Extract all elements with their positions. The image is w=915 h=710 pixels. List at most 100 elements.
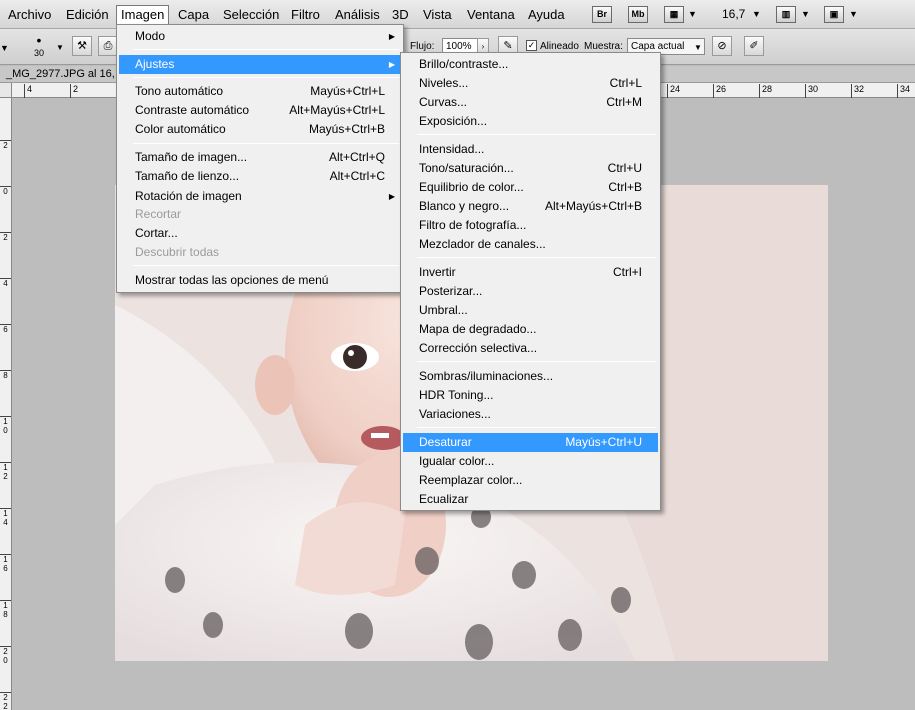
menu-item-label: Modo bbox=[135, 29, 166, 43]
ruler-label: 1 6 bbox=[0, 554, 11, 573]
menu-archivo[interactable]: Archivo bbox=[4, 6, 55, 24]
menu-item-tono-automatico[interactable]: Tono automático Mayús+Ctrl+L bbox=[119, 82, 401, 101]
menu-item-posterizar[interactable]: Posterizar... bbox=[403, 282, 658, 301]
zoom-level[interactable]: 16,7 bbox=[722, 7, 745, 21]
menu-item-reemplazar-color[interactable]: Reemplazar color... bbox=[403, 471, 658, 490]
menu-edicion[interactable]: Edición bbox=[62, 6, 113, 24]
menu-item-brillo-contraste[interactable]: Brillo/contraste... bbox=[403, 55, 658, 74]
ruler-label: 2 bbox=[70, 84, 78, 98]
chevron-down-icon[interactable]: ▼ bbox=[0, 43, 9, 53]
menu-item-umbral[interactable]: Umbral... bbox=[403, 301, 658, 320]
menu-item-label: Mapa de degradado... bbox=[419, 322, 537, 336]
menu-item-recortar: Recortar bbox=[119, 205, 401, 224]
menu-item-shortcut: Mayús+Ctrl+L bbox=[310, 84, 385, 98]
menu-item-rotacion-imagen[interactable]: Rotación de imagen ▶ bbox=[119, 187, 401, 206]
pressure-size-icon[interactable]: ✐ bbox=[744, 36, 764, 56]
menu-item-label: Intensidad... bbox=[419, 142, 485, 156]
clone-source-icon[interactable]: ⎙ bbox=[98, 36, 118, 56]
chevron-down-icon[interactable]: ▼ bbox=[849, 9, 858, 19]
menu-item-variaciones[interactable]: Variaciones... bbox=[403, 405, 658, 424]
menu-item-tamano-lienzo[interactable]: Tamaño de lienzo... Alt+Ctrl+C bbox=[119, 167, 401, 186]
menu-filtro[interactable]: Filtro bbox=[287, 6, 324, 24]
ruler-label: 24 bbox=[667, 84, 680, 98]
mini-bridge-button[interactable]: Mb bbox=[628, 6, 648, 23]
menu-item-ajustes[interactable]: Ajustes ▶ bbox=[119, 55, 401, 74]
bridge-button[interactable]: Br bbox=[592, 6, 612, 23]
chevron-down-icon[interactable]: ▼ bbox=[694, 43, 702, 52]
menu-item-exposicion[interactable]: Exposición... bbox=[403, 112, 658, 131]
menu-item-shortcut: Ctrl+L bbox=[609, 76, 642, 90]
menu-separator bbox=[133, 143, 399, 144]
menu-item-color-automatico[interactable]: Color automático Mayús+Ctrl+B bbox=[119, 120, 401, 139]
chevron-down-icon[interactable]: ▼ bbox=[801, 9, 810, 19]
menu-item-shortcut: Mayús+Ctrl+B bbox=[308, 122, 385, 136]
aligned-checkbox[interactable]: ✓ bbox=[526, 40, 537, 51]
brush-panel-icon[interactable]: ⚒ bbox=[72, 36, 92, 56]
menu-item-label: Tamaño de lienzo... bbox=[135, 169, 240, 183]
menu-item-hdr-toning[interactable]: HDR Toning... bbox=[403, 386, 658, 405]
sample-label: Muestra: bbox=[584, 41, 623, 52]
menu-item-modo[interactable]: Modo ▶ bbox=[119, 27, 401, 46]
menu-item-intensidad[interactable]: Intensidad... bbox=[403, 140, 658, 159]
brush-size: 30 bbox=[33, 48, 44, 58]
view-extras-icon[interactable]: ▦ bbox=[664, 6, 684, 23]
menu-item-curvas[interactable]: Curvas... Ctrl+M bbox=[403, 93, 658, 112]
menu-item-desaturar[interactable]: Desaturar Mayús+Ctrl+U bbox=[403, 433, 658, 452]
menu-seleccion[interactable]: Selección bbox=[219, 6, 283, 24]
menu-analisis[interactable]: Análisis bbox=[331, 6, 384, 24]
menu-ventana[interactable]: Ventana bbox=[463, 6, 519, 24]
menu-capa[interactable]: Capa bbox=[174, 6, 213, 24]
menu-item-igualar-color[interactable]: Igualar color... bbox=[403, 452, 658, 471]
menu-separator bbox=[133, 265, 399, 266]
chevron-down-icon[interactable]: ▼ bbox=[752, 9, 761, 19]
ignore-adjustment-layers-icon[interactable]: ⊘ bbox=[712, 36, 732, 56]
menu-item-label: HDR Toning... bbox=[419, 388, 494, 402]
menu-item-niveles[interactable]: Niveles... Ctrl+L bbox=[403, 74, 658, 93]
screen-mode-icon[interactable]: ▣ bbox=[824, 6, 844, 23]
menu-item-sombras-iluminaciones[interactable]: Sombras/iluminaciones... bbox=[403, 367, 658, 386]
ruler-origin[interactable] bbox=[0, 83, 12, 98]
menu-item-shortcut: Alt+Ctrl+Q bbox=[328, 150, 385, 164]
menu-item-shortcut: Ctrl+M bbox=[606, 95, 642, 109]
ruler-label: 8 bbox=[0, 370, 11, 380]
menu-ayuda[interactable]: Ayuda bbox=[524, 6, 569, 24]
menu-separator bbox=[417, 427, 656, 428]
menu-item-filtro-fotografia[interactable]: Filtro de fotografía... bbox=[403, 216, 658, 235]
brush-preset-icon[interactable]: • bbox=[24, 33, 54, 47]
arrange-documents-icon[interactable]: ▥ bbox=[776, 6, 796, 23]
chevron-down-icon[interactable]: ▼ bbox=[56, 43, 64, 52]
ruler-label: 26 bbox=[713, 84, 726, 98]
menu-separator bbox=[417, 361, 656, 362]
menu-item-label: Ajustes bbox=[135, 57, 175, 71]
menu-item-label: Equilibrio de color... bbox=[419, 180, 524, 194]
chevron-down-icon[interactable]: ▼ bbox=[688, 9, 697, 19]
menu-separator bbox=[417, 134, 656, 135]
ruler-label: 34 bbox=[897, 84, 910, 98]
ruler-label: 2 0 bbox=[0, 646, 11, 665]
menu-item-label: Filtro de fotografía... bbox=[419, 218, 527, 232]
ruler-label: 6 bbox=[0, 324, 11, 334]
menu-item-invertir[interactable]: Invertir Ctrl+I bbox=[403, 263, 658, 282]
ruler-label: 32 bbox=[851, 84, 864, 98]
menu-item-contraste-automatico[interactable]: Contraste automático Alt+Mayús+Ctrl+L bbox=[119, 101, 401, 120]
menu-vista[interactable]: Vista bbox=[419, 6, 456, 24]
ruler-label: 4 bbox=[0, 278, 11, 288]
vertical-ruler[interactable]: 2 0 2 4 6 8 1 0 1 2 1 4 1 6 1 8 2 0 2 2 bbox=[0, 98, 12, 710]
menu-item-mezclador-canales[interactable]: Mezclador de canales... bbox=[403, 235, 658, 254]
menu-item-shortcut: Mayús+Ctrl+U bbox=[565, 435, 642, 449]
menu-item-tono-saturacion[interactable]: Tono/saturación... Ctrl+U bbox=[403, 159, 658, 178]
flow-label: Flujo: bbox=[410, 41, 435, 52]
menu-item-mapa-degradado[interactable]: Mapa de degradado... bbox=[403, 320, 658, 339]
menu-item-descubrir-todas: Descubrir todas bbox=[119, 243, 401, 262]
menu-item-cortar[interactable]: Cortar... bbox=[119, 224, 401, 243]
ruler-label: 0 bbox=[0, 186, 11, 196]
menu-item-mostrar-todas[interactable]: Mostrar todas las opciones de menú bbox=[119, 271, 401, 290]
menu-item-tamano-imagen[interactable]: Tamaño de imagen... Alt+Ctrl+Q bbox=[119, 148, 401, 167]
menu-imagen[interactable]: Imagen bbox=[116, 5, 170, 25]
menu-item-ecualizar[interactable]: Ecualizar bbox=[403, 490, 658, 509]
menu-item-correccion-selectiva[interactable]: Corrección selectiva... bbox=[403, 339, 658, 358]
menu-3d[interactable]: 3D bbox=[388, 6, 413, 24]
menu-item-label: Posterizar... bbox=[419, 284, 483, 298]
menu-item-equilibrio-color[interactable]: Equilibrio de color... Ctrl+B bbox=[403, 178, 658, 197]
menu-item-blanco-negro[interactable]: Blanco y negro... Alt+Mayús+Ctrl+B bbox=[403, 197, 658, 216]
